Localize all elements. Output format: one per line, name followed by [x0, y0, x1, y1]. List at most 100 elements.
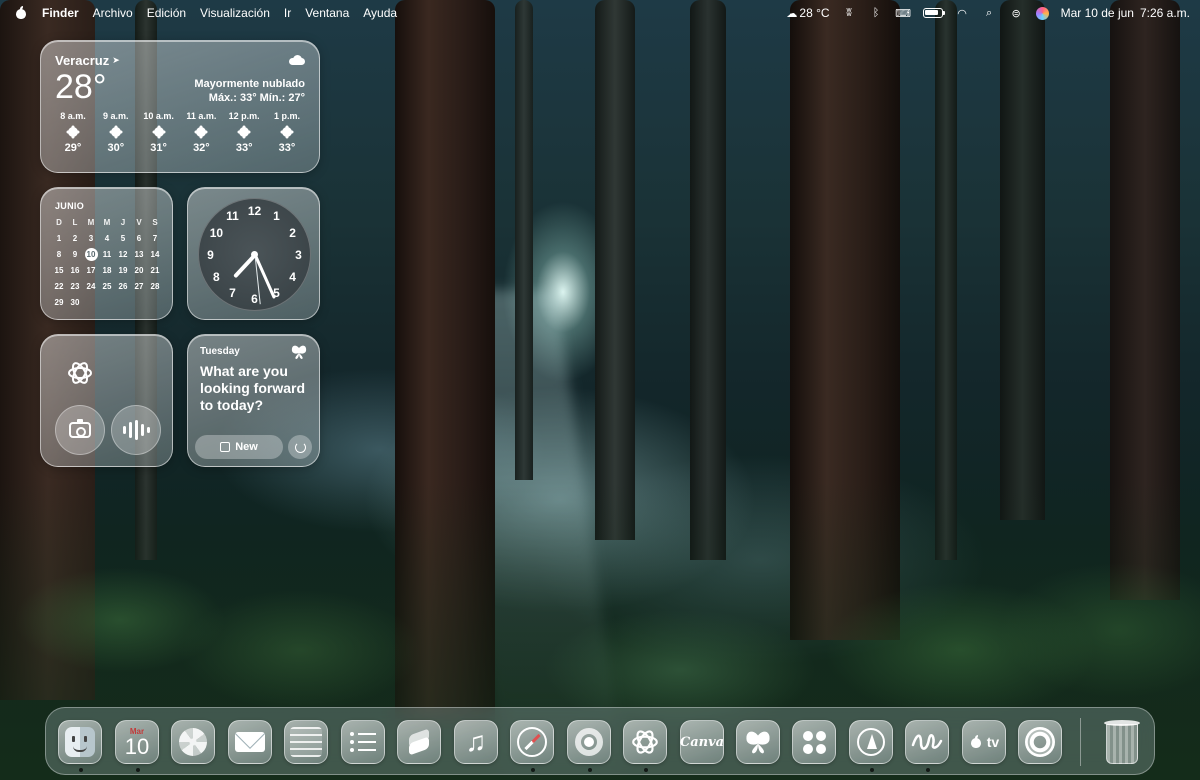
menu-ventana[interactable]: Ventana: [305, 6, 349, 20]
journal-refresh-button[interactable]: [288, 435, 312, 459]
dock-app-shortcuts[interactable]: [397, 720, 441, 764]
clock-number: 2: [289, 225, 296, 240]
forecast-temp: 30°: [107, 142, 125, 154]
dock-separator: [1080, 718, 1081, 766]
dock-app-journal[interactable]: [736, 720, 780, 764]
photos-icon: [179, 728, 207, 756]
calendar-day: 28: [150, 282, 160, 291]
music-note-icon: ♫: [465, 726, 487, 757]
calendar-day: 24: [86, 282, 96, 291]
chatgpt-widget[interactable]: [40, 334, 173, 467]
forecast-time: 12 p.m.: [228, 111, 260, 121]
siri-icon[interactable]: [1035, 6, 1049, 20]
calendar-day: 12: [118, 250, 128, 259]
running-indicator: [136, 768, 140, 772]
calendar-day: 15: [54, 266, 64, 275]
calendar-today: 10: [84, 248, 98, 261]
sun-icon: [239, 127, 250, 137]
calendar-weekday: D: [56, 218, 62, 227]
weather-widget[interactable]: Veracruz ➤ 28° Mayormente nublado Máx.: …: [40, 40, 320, 173]
dock-app-calendar[interactable]: Mar 10: [115, 720, 159, 772]
bluetooth-icon[interactable]: ᛒ: [869, 7, 884, 19]
dock-app-music[interactable]: ♫: [454, 720, 498, 764]
weather-location: Veracruz: [55, 53, 110, 68]
shortcuts-icon: [407, 730, 431, 754]
menu-edicion[interactable]: Edición: [147, 6, 186, 20]
menu-archivo[interactable]: Archivo: [93, 6, 133, 20]
accessibility-icon[interactable]: ʬ: [842, 7, 857, 19]
menu-ayuda[interactable]: Ayuda: [363, 6, 397, 20]
clock-number: 10: [209, 225, 224, 240]
calendar-day: 8: [56, 250, 62, 259]
calendar-day: 25: [102, 282, 112, 291]
clock-number: 8: [213, 269, 220, 284]
journal-widget[interactable]: Tuesday What are you looking forward to …: [187, 334, 320, 467]
chrome-icon: [575, 728, 603, 756]
dock-app-mail[interactable]: [228, 720, 272, 764]
apple-menu-icon[interactable]: [14, 6, 28, 20]
chatgpt-voice-button[interactable]: [111, 405, 161, 455]
dock-trash[interactable]: [1102, 718, 1142, 766]
calendar-day: 23: [70, 282, 80, 291]
calendar-day: 7: [152, 234, 158, 243]
dock-app-apple-tv[interactable]: tv: [962, 720, 1006, 764]
calendar-weekday: S: [152, 218, 158, 227]
clock-number: 11: [226, 209, 239, 224]
clock-number: 9: [207, 247, 214, 262]
clock-number: 1: [273, 209, 280, 224]
dock-app-finder[interactable]: [58, 720, 102, 772]
chatgpt-logo-icon[interactable]: [66, 359, 94, 387]
forecast-temp: 33°: [278, 142, 296, 154]
calendar-day: 18: [102, 266, 112, 275]
battery-icon[interactable]: [922, 8, 945, 18]
dock-app-safari[interactable]: [510, 720, 554, 772]
running-indicator: [926, 768, 930, 772]
calendar-day: 21: [150, 266, 160, 275]
weather-status-temp: 28 °C: [799, 6, 830, 20]
calendar-icon-day: 10: [124, 733, 150, 759]
dock-app-photos[interactable]: [171, 720, 215, 764]
dock-app-canva[interactable]: Canva: [680, 720, 724, 764]
keyboard-icon[interactable]: ⌨: [895, 7, 911, 20]
clock-number: 3: [295, 247, 302, 262]
running-indicator: [79, 768, 83, 772]
calendar-day: 14: [150, 250, 160, 259]
menu-date[interactable]: Mar 10 de jun: [1061, 6, 1134, 20]
calendar-day: 13: [134, 250, 144, 259]
menu-visualizacion[interactable]: Visualización: [200, 6, 270, 20]
dock-app-testflight[interactable]: [849, 720, 893, 772]
dock-app-tools[interactable]: [792, 720, 836, 764]
menu-time[interactable]: 7:26 a.m.: [1140, 6, 1190, 20]
dock-app-notes[interactable]: [284, 720, 328, 764]
dock-app-settings[interactable]: [1018, 720, 1062, 764]
dock-app-reminders[interactable]: [341, 720, 385, 764]
dock-app-chatgpt[interactable]: [623, 720, 667, 772]
apple-tv-label: tv: [986, 734, 1000, 750]
mail-icon: [235, 732, 265, 752]
running-indicator: [870, 768, 874, 772]
control-center-icon[interactable]: ⊜: [1009, 7, 1024, 20]
journal-new-button[interactable]: New: [195, 435, 283, 459]
dock-app-chrome[interactable]: [567, 720, 611, 772]
calendar-day: 19: [118, 266, 128, 275]
weather-status[interactable]: ☁ 28 °C: [784, 6, 829, 20]
spotlight-icon[interactable]: ⌕: [982, 7, 997, 19]
calendar-weekday: V: [136, 218, 142, 227]
forecast-temp: 32°: [193, 142, 210, 154]
calendar-widget[interactable]: JUNIO D L M M J V S 1 2 3 4 5 6 7 8 9 10 11 12 13 14 15 16 17 18…: [40, 187, 173, 320]
butterfly-icon: [291, 345, 307, 359]
dock-app-freeform[interactable]: [905, 720, 949, 772]
menu-app-name[interactable]: Finder: [42, 6, 79, 20]
camera-icon: [69, 419, 91, 438]
cloud-icon: [289, 55, 305, 65]
sun-icon: [281, 127, 292, 137]
menu-ir[interactable]: Ir: [284, 6, 291, 20]
wifi-icon[interactable]: ◠: [955, 7, 970, 20]
clock-widget[interactable]: 12 1 2 3 4 5 6 7 8 9 10 11: [187, 187, 320, 320]
sun-icon: [110, 127, 121, 137]
notes-icon: [290, 727, 322, 757]
forecast-time: 10 a.m.: [143, 111, 174, 121]
chatgpt-camera-button[interactable]: [55, 405, 105, 455]
clock-number: 4: [289, 269, 296, 284]
safari-compass-icon: [517, 727, 547, 757]
